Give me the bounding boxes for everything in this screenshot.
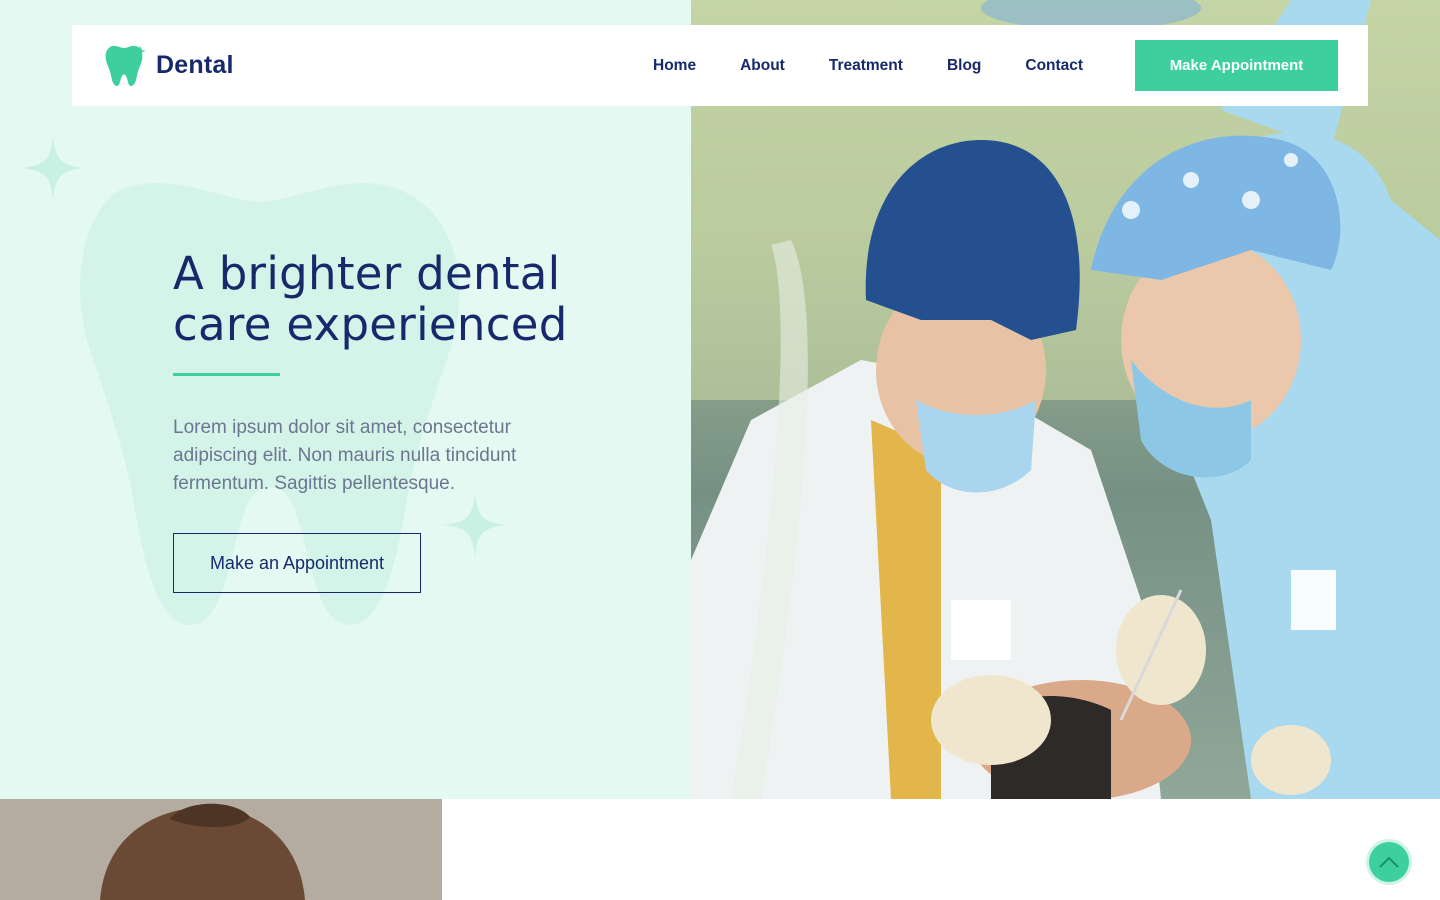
person-photo-illustration bbox=[0, 799, 442, 900]
scroll-to-top-button[interactable] bbox=[1369, 842, 1409, 882]
nav-link-contact[interactable]: Contact bbox=[1025, 57, 1083, 75]
dentists-photo-illustration bbox=[691, 0, 1440, 799]
main-nav: Home About Treatment Blog Contact bbox=[653, 25, 1127, 106]
brand-name: Dental bbox=[156, 50, 234, 79]
sparkle-icon bbox=[20, 135, 86, 201]
title-underline bbox=[173, 373, 280, 376]
hero-title: A brighter dental care experienced bbox=[173, 248, 643, 350]
hero-section bbox=[0, 0, 691, 799]
nav-link-treatment[interactable]: Treatment bbox=[829, 57, 903, 75]
hero-description: Lorem ipsum dolor sit amet, consectetur … bbox=[173, 417, 517, 494]
brand-logo-link[interactable]: Dental bbox=[102, 44, 234, 86]
sparkle-icon bbox=[442, 492, 508, 558]
nav-link-about[interactable]: About bbox=[740, 57, 785, 75]
hero-title-line-1: A brighter dental bbox=[173, 247, 561, 300]
navbar: Dental Home About Treatment Blog Contact… bbox=[72, 25, 1368, 106]
chevron-up-icon bbox=[1379, 856, 1399, 868]
tooth-logo-icon bbox=[105, 45, 146, 86]
nav-link-home[interactable]: Home bbox=[653, 57, 696, 75]
hero-title-line-2: care experienced bbox=[173, 298, 568, 351]
make-appointment-button[interactable]: Make Appointment bbox=[1135, 40, 1338, 91]
nav-link-blog[interactable]: Blog bbox=[947, 57, 981, 75]
make-an-appointment-button[interactable]: Make an Appointment bbox=[173, 533, 421, 593]
lower-section-photo bbox=[0, 799, 442, 900]
hero-photo bbox=[691, 0, 1440, 799]
